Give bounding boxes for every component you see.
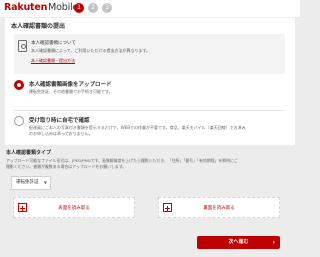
option-delivery-desc: 配達員にご本人の写真付き書類を提示するだけで、WEBでの作業が不要です。商品、楽… — [29, 125, 284, 136]
id-notice-box: 本人確認書類について 本人確認書類によって、ご利用いただける提出方法が異なります… — [14, 34, 285, 74]
step-3: 3 — [102, 3, 112, 13]
chevron-down-icon: ▼ — [43, 180, 47, 185]
option-upload-desc: 運転免許証、その他書類でお手続き可能です。 — [29, 89, 113, 94]
step-2: 2 — [88, 3, 98, 13]
scan-front-label: 表面を読み取る — [58, 206, 90, 211]
scan-back-label: 裏面を読み取る — [203, 206, 235, 211]
id-submission-card: 本人確認書類の提出 本人確認書類について 本人確認書類によって、ご利用いただける… — [5, 18, 295, 145]
upload-note: アップロード可能なファイル形式は、JPEG/PNGです。画像解像度を上げたら撮影… — [6, 158, 291, 170]
option-delivery-desc-line2: のお申し込みは承っておりません。 — [29, 130, 93, 136]
next-button[interactable]: 次へ進む › — [197, 236, 280, 249]
step-1: 1 — [74, 3, 84, 13]
option-delivery-title: 受け取り時に自宅で確認 — [29, 118, 90, 124]
rakuten-mobile-logo[interactable]: RakutenMobile — [4, 2, 78, 13]
radio-verify-at-delivery[interactable] — [14, 116, 24, 126]
scan-front-button[interactable]: 表面を読み取る — [13, 197, 135, 218]
id-type-heading: 本人確認書類タイプ — [6, 150, 52, 156]
brand-name: Rakuten — [4, 2, 48, 13]
option-divider — [14, 110, 285, 111]
notice-body: 本人確認書類によって、ご利用いただける提出方法が異なります。 — [31, 48, 151, 53]
upload-note-line2: 撮影ください。書類が複数ある場合はアップロードをお願いします。 — [6, 164, 127, 169]
option-delivery-desc-line1: 配達員にご本人の写真付き書類を提示するだけで、WEBでの作業が不要です。商品、楽… — [29, 125, 246, 130]
notice-title: 本人確認書類について — [31, 41, 76, 46]
next-button-label: 次へ進む — [228, 239, 249, 245]
id-type-select[interactable]: 運転免許証 ▼ — [11, 176, 51, 190]
id-methods-link[interactable]: 本人確認書類・提出方法 — [31, 58, 75, 64]
scan-back-button[interactable]: 裏面を読み取る — [158, 197, 280, 218]
id-document-icon — [18, 40, 27, 52]
chevron-right-icon: › — [272, 239, 275, 246]
radio-upload-image[interactable] — [14, 80, 24, 90]
top-bar: RakutenMobile 1 2 3 — [0, 0, 300, 17]
card-title: 本人確認書類の提出 — [11, 23, 66, 30]
id-type-select-value: 運転免許証 — [16, 180, 39, 185]
step-indicator: 1 2 3 — [74, 3, 112, 13]
option-upload-title: 本人確認書類画像をアップロード — [29, 82, 112, 88]
